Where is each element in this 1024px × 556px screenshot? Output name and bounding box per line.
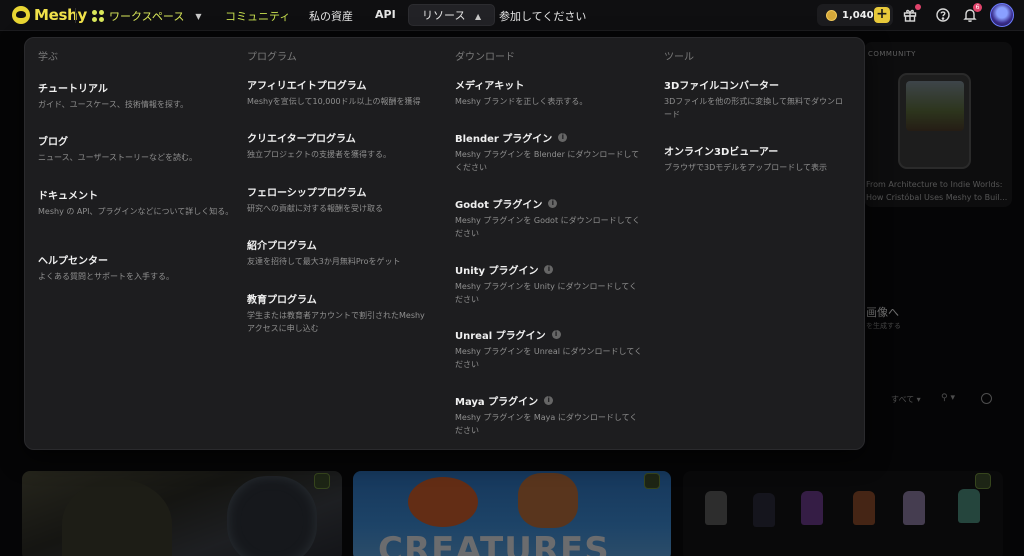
menu-heading-tools: ツール [664, 52, 694, 63]
notification-count-badge: 6 [973, 3, 982, 12]
menu-item-desc: よくある質問とサポートを入手する。 [38, 272, 174, 281]
plugin-title: Godot プラグイン [455, 200, 543, 211]
menu-item-3d-converter[interactable]: 3Dファイルコンバーター [664, 77, 779, 92]
workspace-dropdown[interactable]: ワークスペース ▼ [92, 8, 202, 24]
menu-item-desc: ニュース、ユーザーストーリーなどを読む。 [38, 153, 198, 162]
plugin-title: Blender プラグイン [455, 134, 553, 145]
workspace-icon [92, 10, 104, 22]
info-icon[interactable]: i [551, 330, 561, 339]
menu-item-desc: ガイド、ユースケース、技術情報を探す。 [38, 100, 189, 109]
resources-label: リソース [422, 9, 466, 22]
menu-item-unity-plugin[interactable]: Unity プラグイン i [455, 262, 554, 277]
chevron-down-icon: ▼ [195, 11, 202, 21]
menu-item-blender-plugin[interactable]: Blender プラグイン i [455, 130, 568, 145]
nav-api[interactable]: API [375, 8, 396, 21]
top-navigation: Meshy ワークスペース ▼ コミュニティ 私の資産 API リソース ▲ 参… [0, 0, 1024, 31]
menu-item-desc: 友達を招待して最大3か月無料Proをゲット [247, 257, 401, 266]
menu-heading-programs: プログラム [247, 52, 297, 63]
menu-item-blog[interactable]: ブログ [38, 133, 68, 148]
plugin-title: Unity プラグイン [455, 266, 539, 277]
menu-item-desc: Meshy プラグインを Unity にダウンロードしてく ださい [455, 282, 637, 304]
nav-resources[interactable]: リソース ▲ [408, 4, 496, 26]
menu-item-desc: Meshy プラグインを Unreal にダウンロードしてく ださい [455, 347, 643, 369]
add-credits-button[interactable]: + [874, 7, 890, 23]
info-icon[interactable]: i [544, 265, 554, 274]
coin-icon [826, 9, 837, 21]
menu-item-education[interactable]: 教育プログラム [247, 291, 317, 306]
workspace-label: ワークスペース [109, 10, 185, 23]
menu-item-unreal-plugin[interactable]: Unreal プラグイン i [455, 327, 561, 342]
menu-item-desc: 3Dファイルを他の形式に変換して無料でダウンロ ード [664, 97, 844, 119]
menu-item-docs[interactable]: ドキュメント [38, 187, 98, 202]
nav-community[interactable]: コミュニティ [225, 8, 290, 24]
menu-item-desc: 独立プロジェクトの支援者を獲得する。 [247, 150, 391, 159]
info-icon[interactable]: i [558, 133, 568, 142]
chevron-up-icon: ▲ [474, 12, 482, 21]
gift-notification-dot [915, 4, 921, 10]
nav-join[interactable]: 参加してください [499, 8, 586, 24]
menu-item-desc: Meshyを宣伝して10,000ドル以上の報酬を獲得 [247, 97, 421, 106]
user-avatar[interactable] [990, 3, 1014, 27]
menu-heading-download: ダウンロード [455, 52, 515, 63]
menu-heading-learn: 学ぶ [38, 52, 58, 63]
logo-text: Meshy [34, 6, 87, 24]
menu-item-tutorials[interactable]: チュートリアル [38, 80, 108, 95]
menu-item-desc: Meshy プラグインを Blender にダウンロードして ください [455, 150, 640, 172]
credits-value: 1,040 [842, 9, 874, 21]
credits-balance[interactable]: 1,040 + [817, 4, 893, 26]
menu-item-godot-plugin[interactable]: Godot プラグイン i [455, 196, 558, 211]
nav-my-assets[interactable]: 私の資産 [309, 8, 353, 24]
menu-item-help-center[interactable]: ヘルプセンター [38, 252, 108, 267]
info-icon[interactable]: i [548, 199, 558, 208]
menu-item-desc: ブラウザで3Dモデルをアップロードして表示 [664, 163, 828, 172]
menu-item-desc: Meshy プラグインを Godot にダウンロードしてく ださい [455, 216, 641, 238]
menu-item-3d-viewer[interactable]: オンライン3Dビューアー [664, 143, 778, 158]
menu-item-fellowship[interactable]: フェローシッププログラム [247, 184, 367, 199]
menu-item-referral[interactable]: 紹介プログラム [247, 237, 317, 252]
nav-divider [75, 8, 76, 23]
menu-item-creator[interactable]: クリエイタープログラム [247, 130, 356, 145]
help-icon[interactable] [935, 7, 951, 23]
menu-item-maya-plugin[interactable]: Maya プラグイン i [455, 393, 554, 408]
menu-item-media-kit[interactable]: メディアキット [455, 77, 524, 92]
info-icon[interactable]: i [544, 396, 554, 405]
plugin-title: Unreal プラグイン [455, 331, 546, 342]
menu-item-desc: 研究への貢献に対する報酬を受け取る [247, 204, 383, 213]
menu-item-desc: Meshy プラグインを Maya にダウンロードしてく ださい [455, 413, 638, 435]
menu-item-affiliate[interactable]: アフィリエイトプログラム [247, 77, 367, 92]
menu-item-desc: Meshy ブランドを正しく表示する。 [455, 97, 588, 106]
menu-item-desc: Meshy の API、プラグインなどについて詳しく知る。 [38, 207, 234, 216]
menu-item-desc: 学生または教育者アカウントで割引されたMeshy アクセスに申し込む [247, 311, 425, 333]
plugin-title: Maya プラグイン [455, 397, 539, 408]
meshy-logo-icon [12, 6, 30, 24]
